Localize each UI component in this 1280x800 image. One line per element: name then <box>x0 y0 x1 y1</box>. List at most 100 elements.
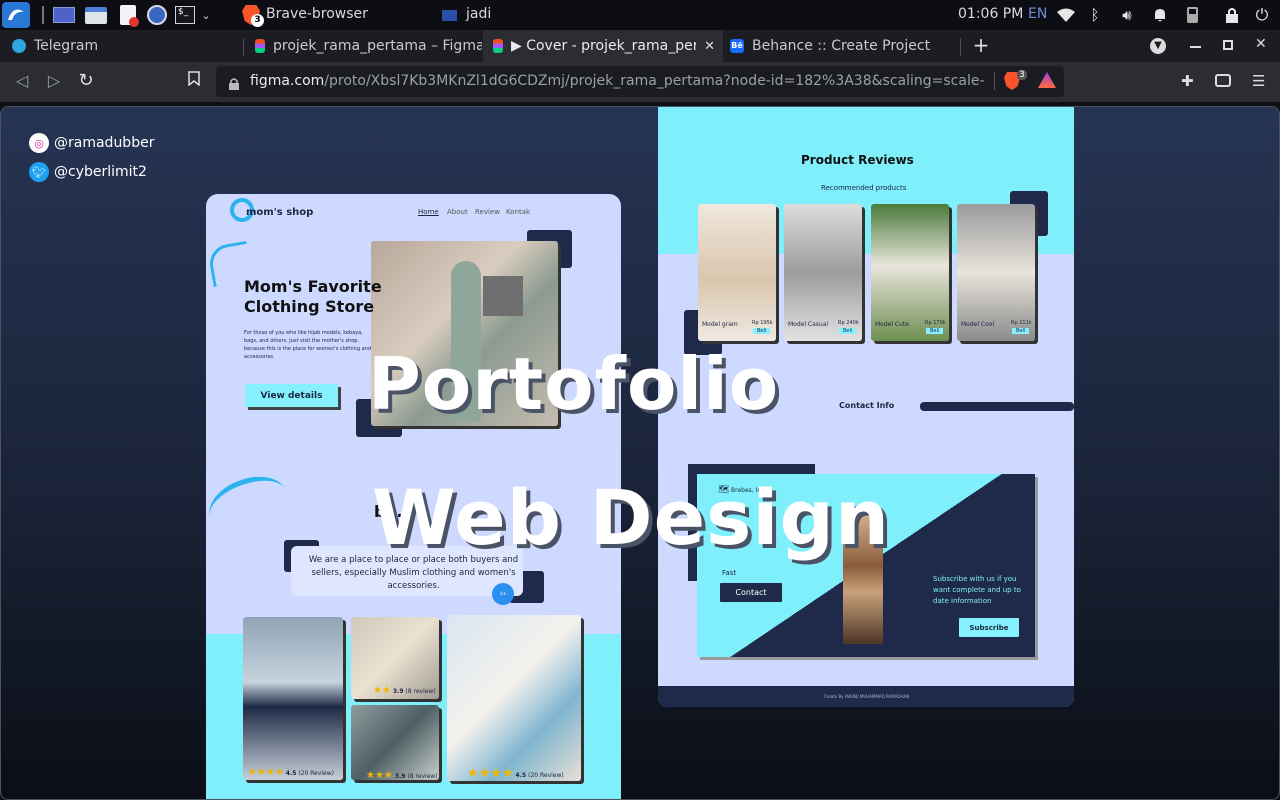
rating-row-3: ★★★ 3.9 (8 review) <box>366 770 438 781</box>
taskbar-window-brave[interactable]: Brave-browser <box>266 6 368 22</box>
chevron-down-icon[interactable]: ⌄ <box>199 4 213 26</box>
url-host: figma.com <box>250 73 325 89</box>
nav-kontak[interactable]: Kontak <box>506 208 530 216</box>
close-window-icon[interactable]: ✕ <box>1255 36 1267 52</box>
twitter-label: @cyberlimit2 <box>54 164 147 180</box>
tab-separator <box>960 38 961 56</box>
window-icon <box>441 4 457 26</box>
figma-prototype-viewport[interactable]: ◎ @ramadubber 🐦︎ @cyberlimit2 mom's shop… <box>0 106 1280 800</box>
contact-fast-label: Fast <box>722 569 737 577</box>
lock-icon[interactable] <box>229 75 239 90</box>
show-desktop-icon[interactable] <box>52 4 76 26</box>
telegram-icon <box>12 39 26 53</box>
rating-row-4: ★★★★ 4.5 (20 Review) <box>467 766 564 781</box>
tab-telegram[interactable]: Telegram <box>0 30 240 62</box>
product-photo-4 <box>447 615 581 781</box>
volume-icon[interactable]: 🔊︎ <box>1117 4 1137 26</box>
back-icon[interactable]: ◁ <box>12 71 32 91</box>
url-path: /proto/Xbsl7Kb3MKnZl1dG6CDZmj/projek_ram… <box>324 73 985 89</box>
product-buy-4[interactable]: Beli <box>1012 328 1030 334</box>
battery-icon[interactable] <box>1184 4 1200 26</box>
wallet-icon[interactable] <box>1215 74 1231 87</box>
brave-window-icon[interactable]: 3 <box>241 4 264 27</box>
nav-review[interactable]: Review <box>475 208 500 216</box>
tab-behance[interactable]: Bē Behance :: Create Project <box>724 30 960 62</box>
bluetooth-icon[interactable]: ᛒ <box>1088 4 1102 26</box>
reviews-title: Product Reviews <box>801 153 914 167</box>
tab-label: Telegram <box>34 38 99 54</box>
taskbar-divider <box>42 6 44 24</box>
close-tab-icon[interactable]: ✕ <box>704 39 715 54</box>
file-manager-icon[interactable] <box>84 4 108 26</box>
subscribe-text: Subscribe with us if you want complete a… <box>933 575 1021 605</box>
product-name-4: Model Cool <box>961 321 995 328</box>
minimize-icon[interactable] <box>1190 46 1201 48</box>
hero-title-2: Clothing Store <box>244 297 375 316</box>
menu-icon[interactable]: ☰ <box>1252 72 1265 90</box>
forward-icon[interactable]: ▷ <box>44 71 64 91</box>
tab-cover-active[interactable]: ▶ Cover - projek_rama_pertama ✕ <box>483 30 723 62</box>
instagram-label: @ramadubber <box>54 135 155 151</box>
product-price-2: Rp 240k <box>838 320 859 326</box>
lock-icon[interactable] <box>1224 4 1240 26</box>
url-divider <box>994 72 995 90</box>
tab-label: ▶ Cover - projek_rama_pertama <box>511 38 696 54</box>
text-editor-icon[interactable] <box>117 4 139 27</box>
reviews-subtitle: Recommended products <box>821 184 907 192</box>
hero-title-1: Mom's Favorite <box>244 277 382 296</box>
product-buy-3[interactable]: Beli <box>926 328 944 334</box>
nav-about[interactable]: About <box>447 208 468 216</box>
twitter-icon: 🐦︎ <box>29 162 49 182</box>
tab-search-icon[interactable]: ▼ <box>1150 38 1166 54</box>
contact-button[interactable]: Contact <box>718 581 784 604</box>
window-count-badge: 3 <box>251 14 264 27</box>
product-name-3: Model Cute <box>875 321 909 328</box>
notification-bell-icon[interactable] <box>1151 4 1169 26</box>
product-buy-1[interactable]: Beli <box>753 328 771 334</box>
subscribe-button[interactable]: Subscribe <box>957 616 1021 639</box>
view-details-button[interactable]: View details <box>245 384 338 407</box>
tab-label: Behance :: Create Project <box>752 38 931 54</box>
product-price-3: Rp 170k <box>925 320 946 326</box>
tab-label: projek_rama_pertama – Figma <box>273 38 482 54</box>
power-icon[interactable]: ⏻ <box>1253 4 1271 26</box>
product-buy-2[interactable]: Beli <box>839 328 857 334</box>
instagram-handle: ◎ @ramadubber <box>29 133 154 153</box>
product-photo-3 <box>351 705 439 780</box>
footer-credit: Create By AVENU MUHAMMAD RAMADHAN <box>824 694 910 699</box>
taskbar-window-jadi[interactable]: jadi <box>466 6 491 22</box>
product-price-4: Rp 211k <box>1011 320 1032 326</box>
contact-line-decor <box>920 402 1074 411</box>
instagram-icon: ◎ <box>29 133 49 153</box>
url-text[interactable]: figma.com/proto/Xbsl7Kb3MKnZl1dG6CDZmj/p… <box>250 73 985 89</box>
terminal-icon[interactable]: $_ <box>174 4 196 26</box>
tab-strip: Telegram projek_rama_pertama – Figma ▶ C… <box>0 30 1280 62</box>
reload-icon[interactable]: ↻ <box>76 71 96 91</box>
product-price-1: Rp 195k <box>752 320 773 326</box>
wifi-icon[interactable] <box>1057 4 1075 26</box>
restore-icon[interactable] <box>1223 40 1233 50</box>
shields-count: 3 <box>1017 70 1027 80</box>
twitter-handle: 🐦︎ @cyberlimit2 <box>29 162 147 182</box>
figma-icon <box>255 39 265 53</box>
tab-figma-project[interactable]: projek_rama_pertama – Figma <box>245 30 482 62</box>
product-name-2: Model Casual <box>788 321 829 328</box>
new-tab-button[interactable]: + <box>970 34 992 56</box>
nav-home[interactable]: Home <box>418 208 439 216</box>
headline-portofolio: Portofolio <box>368 342 780 426</box>
rating-row-2: ★★ 3.9 (8 review) <box>373 685 436 696</box>
figma-icon <box>493 39 503 53</box>
behance-icon: Bē <box>730 39 744 53</box>
brand-name: mom's shop <box>246 207 314 218</box>
product-name-1: Model gram <box>702 321 738 328</box>
next-button[interactable]: ›› <box>492 583 514 605</box>
extensions-icon[interactable]: ✚ <box>1181 72 1194 90</box>
web-browser-icon[interactable] <box>146 4 168 26</box>
bookmark-icon[interactable] <box>184 71 204 91</box>
contact-title: Contact Info <box>839 401 895 410</box>
app-menu-icon[interactable] <box>2 2 30 28</box>
keyboard-layout[interactable]: EN <box>1028 6 1047 22</box>
clock[interactable]: 01:06 PM <box>958 6 1023 22</box>
hero-body: For those of you who like hijab models, … <box>244 330 371 360</box>
product-photo-1 <box>243 617 343 780</box>
